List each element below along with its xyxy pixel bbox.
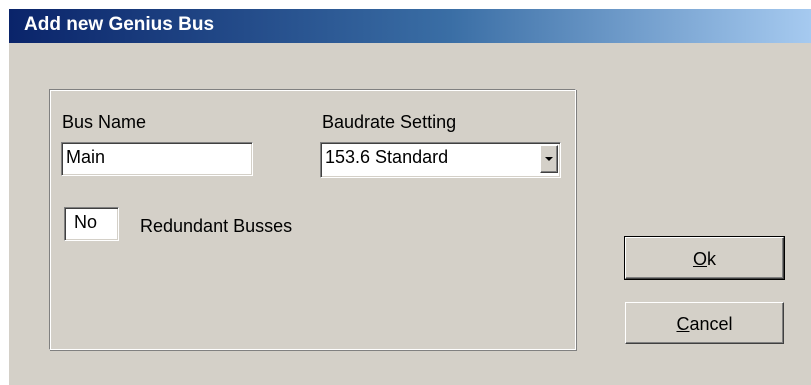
dialog-window: Add new Genius Bus Bus Name Main Baudrat… <box>8 8 811 385</box>
cancel-label: ancel <box>689 314 733 334</box>
redundant-busses-field[interactable]: No <box>64 207 119 241</box>
redundant-busses-label: Redundant Busses <box>140 216 293 236</box>
bus-settings-group: Bus Name Main Baudrate Setting 153.6 Sta… <box>49 89 576 350</box>
ok-label: k <box>707 249 716 269</box>
baudrate-label: Baudrate Setting <box>322 112 457 132</box>
title-bar[interactable]: Add new Genius Bus <box>9 9 811 43</box>
window-title: Add new Genius Bus <box>24 14 215 35</box>
ok-mnemonic: O <box>692 249 707 269</box>
cancel-button[interactable]: Cancel <box>625 302 784 344</box>
bus-name-label: Bus Name <box>62 112 147 132</box>
ok-button[interactable]: Ok <box>624 236 785 280</box>
chevron-down-icon[interactable] <box>540 145 558 173</box>
baudrate-combobox[interactable]: 153.6 Standard <box>320 142 561 178</box>
cancel-mnemonic: C <box>676 314 690 334</box>
baudrate-selected-value: 153.6 Standard <box>325 147 449 167</box>
bus-name-input[interactable]: Main <box>61 142 253 176</box>
